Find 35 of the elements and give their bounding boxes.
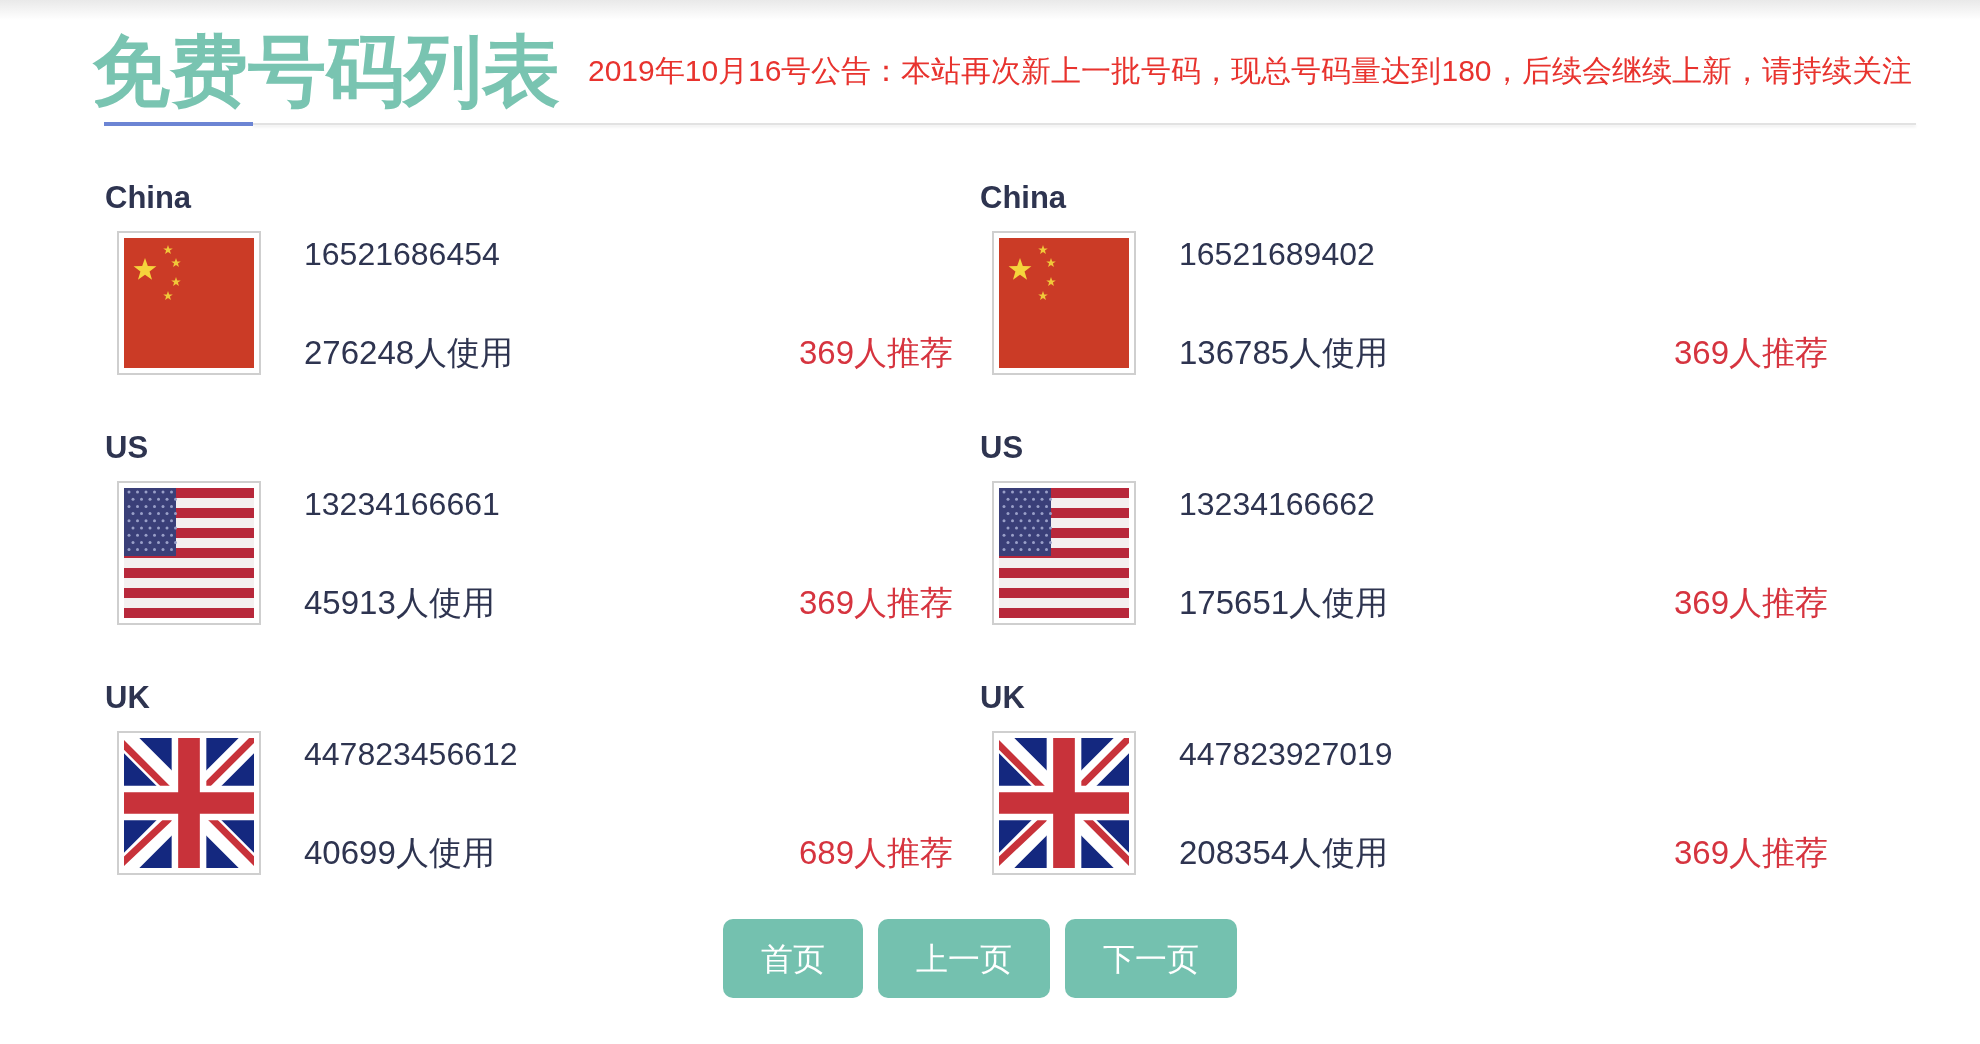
phone-number: 447823456612: [304, 736, 518, 772]
usage-count: 175651人使用: [1179, 585, 1389, 621]
country-label: China: [980, 181, 1067, 215]
usage-count: 40699人使用: [304, 835, 495, 871]
usage-count: 45913人使用: [304, 585, 495, 621]
recommend-count: 689人推荐: [798, 835, 953, 871]
us-flag-icon: [992, 481, 1136, 625]
phone-number: 447823927019: [1179, 736, 1393, 772]
usage-count: 276248人使用: [304, 335, 514, 371]
phone-number: 13234166662: [1179, 486, 1375, 522]
uk-flag-icon: [117, 731, 261, 875]
usage-count: 208354人使用: [1179, 835, 1389, 871]
page-button[interactable]: 下一页: [1065, 919, 1237, 998]
country-label: US: [980, 431, 1024, 465]
country-label: China: [105, 181, 192, 215]
notice-text: 2019年10月16号公告：本站再次新上一批号码，现总号码量达到180，后续会继续上新，请持续关注: [588, 53, 1912, 89]
country-label: UK: [105, 681, 150, 715]
usage-count: 136785人使用: [1179, 335, 1389, 371]
page-button[interactable]: 上一页: [878, 919, 1050, 998]
page-button[interactable]: 首页: [723, 919, 863, 998]
recommend-count: 369人推荐: [798, 335, 953, 371]
us-flag-icon: [117, 481, 261, 625]
china-flag-icon: [117, 231, 261, 375]
uk-flag-icon: [992, 731, 1136, 875]
phone-number: 16521686454: [304, 236, 500, 272]
page-title: 免费号码列表: [92, 32, 560, 110]
phone-number: 16521689402: [1179, 236, 1375, 272]
country-label: US: [105, 431, 149, 465]
china-flag-icon: [992, 231, 1136, 375]
recommend-count: 369人推荐: [1673, 335, 1828, 371]
recommend-count: 369人推荐: [798, 585, 953, 621]
recommend-count: 369人推荐: [1673, 835, 1828, 871]
phone-number: 13234166661: [304, 486, 500, 522]
country-label: UK: [980, 681, 1025, 715]
recommend-count: 369人推荐: [1673, 585, 1828, 621]
